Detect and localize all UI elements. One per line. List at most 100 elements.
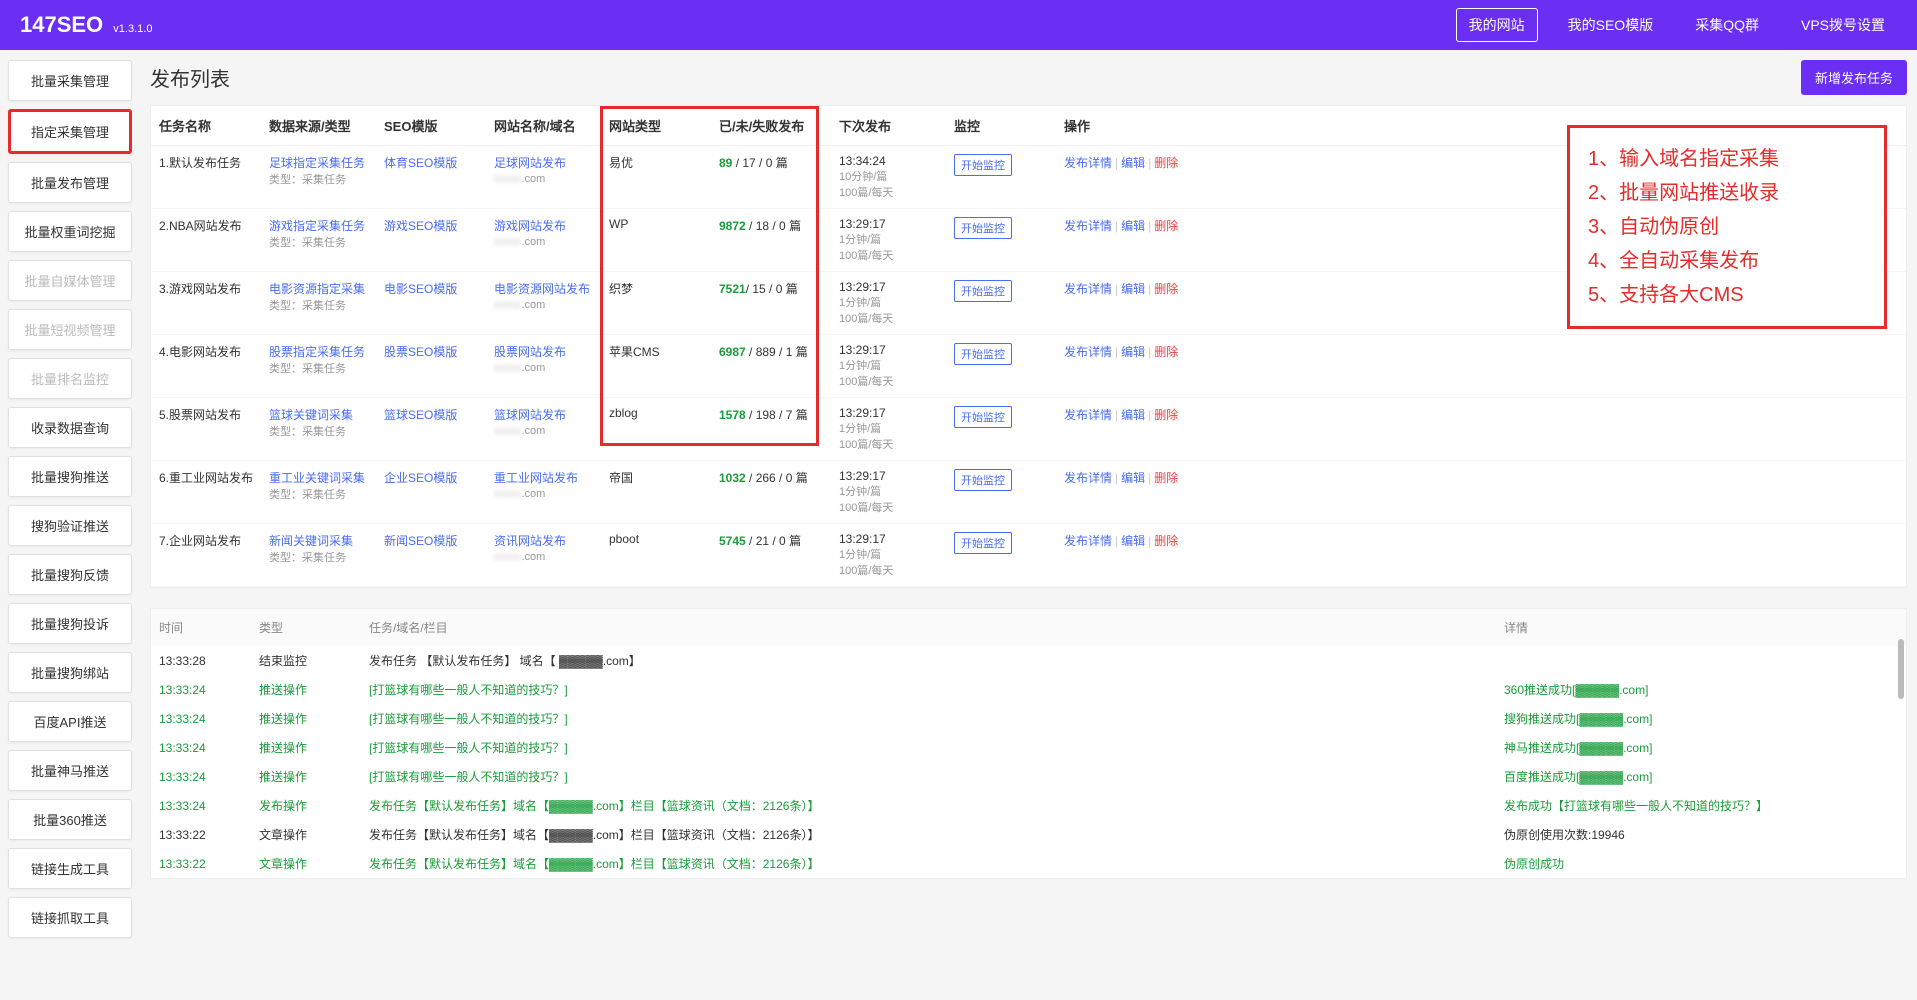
op-detail-link[interactable]: 发布详情 <box>1064 219 1112 233</box>
site-link[interactable]: 游戏网站发布 <box>494 219 566 233</box>
op-delete-link[interactable]: 删除 <box>1154 345 1178 359</box>
site-link[interactable]: 电影资源网站发布 <box>494 282 590 296</box>
sidebar-item-17[interactable]: 链接抓取工具 <box>8 897 132 938</box>
op-delete-link[interactable]: 删除 <box>1154 471 1178 485</box>
domain-text: xxxxx.com <box>494 299 545 311</box>
log-task: [打篮球有哪些一般人不知道的技巧？] <box>361 762 1496 791</box>
domain-text: xxxxx.com <box>494 425 545 437</box>
op-edit-link[interactable]: 编辑 <box>1121 282 1145 296</box>
site-link[interactable]: 重工业网站发布 <box>494 471 578 485</box>
site-link[interactable]: 资讯网站发布 <box>494 534 566 548</box>
op-delete-link[interactable]: 删除 <box>1154 534 1178 548</box>
log-table-header-row: 时间类型任务/域名/栏目详情 <box>151 609 1906 646</box>
site-link[interactable]: 篮球网站发布 <box>494 408 566 422</box>
log-col-1: 类型 <box>251 609 361 646</box>
log-time: 13:33:28 <box>151 646 251 675</box>
nav-link-2[interactable]: 采集QQ群 <box>1683 9 1771 41</box>
sidebar-item-11[interactable]: 批量搜狗投诉 <box>8 603 132 644</box>
sidebar-item-12[interactable]: 批量搜狗绑站 <box>8 652 132 693</box>
op-delete-link[interactable]: 删除 <box>1154 219 1178 233</box>
source-link[interactable]: 游戏指定采集任务 <box>269 219 365 233</box>
sidebar-item-2[interactable]: 批量发布管理 <box>8 162 132 203</box>
log-task: 发布任务【默认发布任务】域名【▓▓▓▓▓.com】栏目【篮球资讯（文档：2126… <box>361 820 1496 849</box>
log-task: 发布任务【默认发布任务】域名【▓▓▓▓▓.com】栏目【篮球资讯（文档：2126… <box>361 849 1496 878</box>
seo-link[interactable]: 游戏SEO模版 <box>384 219 457 233</box>
monitor-button[interactable]: 开始监控 <box>954 343 1012 365</box>
op-detail-link[interactable]: 发布详情 <box>1064 408 1112 422</box>
cell-name: 3.游戏网站发布 <box>151 272 261 335</box>
op-edit-link[interactable]: 编辑 <box>1121 345 1145 359</box>
annotation-line-1: 2、批量网站推送收录 <box>1588 176 1866 210</box>
monitor-button[interactable]: 开始监控 <box>954 217 1012 239</box>
sidebar-item-8[interactable]: 批量搜狗推送 <box>8 456 132 497</box>
sidebar-item-10[interactable]: 批量搜狗反馈 <box>8 554 132 595</box>
source-link[interactable]: 足球指定采集任务 <box>269 156 365 170</box>
log-detail <box>1496 646 1906 675</box>
op-detail-link[interactable]: 发布详情 <box>1064 282 1112 296</box>
op-edit-link[interactable]: 编辑 <box>1121 471 1145 485</box>
domain-text: xxxxx.com <box>494 551 545 563</box>
op-edit-link[interactable]: 编辑 <box>1121 156 1145 170</box>
op-edit-link[interactable]: 编辑 <box>1121 534 1145 548</box>
op-detail-link[interactable]: 发布详情 <box>1064 156 1112 170</box>
source-link[interactable]: 新闻关键词采集 <box>269 534 353 548</box>
site-link[interactable]: 足球网站发布 <box>494 156 566 170</box>
sidebar-item-1[interactable]: 指定采集管理 <box>8 109 132 154</box>
source-link[interactable]: 篮球关键词采集 <box>269 408 353 422</box>
monitor-button[interactable]: 开始监控 <box>954 532 1012 554</box>
site-link[interactable]: 股票网站发布 <box>494 345 566 359</box>
sidebar-item-13[interactable]: 百度API推送 <box>8 701 132 742</box>
annotation-line-0: 1、输入域名指定采集 <box>1588 142 1866 176</box>
source-link[interactable]: 电影资源指定采集 <box>269 282 365 296</box>
seo-link[interactable]: 电影SEO模版 <box>384 282 457 296</box>
op-delete-link[interactable]: 删除 <box>1154 408 1178 422</box>
cell-ops: 发布详情|编辑|删除 <box>1056 398 1906 461</box>
cell-monitor: 开始监控 <box>946 524 1056 587</box>
op-edit-link[interactable]: 编辑 <box>1121 219 1145 233</box>
seo-link[interactable]: 体育SEO模版 <box>384 156 457 170</box>
op-detail-link[interactable]: 发布详情 <box>1064 471 1112 485</box>
log-task: 发布任务 【默认发布任务】 域名【 ▓▓▓▓▓.com】 <box>361 646 1496 675</box>
monitor-button[interactable]: 开始监控 <box>954 406 1012 428</box>
cell-type: zblog <box>601 398 711 461</box>
op-detail-link[interactable]: 发布详情 <box>1064 345 1112 359</box>
op-delete-link[interactable]: 删除 <box>1154 282 1178 296</box>
nav-link-1[interactable]: 我的SEO模版 <box>1556 9 1666 41</box>
seo-link[interactable]: 篮球SEO模版 <box>384 408 457 422</box>
cell-source: 新闻关键词采集类型：采集任务 <box>261 524 376 587</box>
cell-seo: 企业SEO模版 <box>376 461 486 524</box>
sidebar-item-14[interactable]: 批量神马推送 <box>8 750 132 791</box>
sidebar-item-3[interactable]: 批量权重词挖掘 <box>8 211 132 252</box>
log-row: 13:33:24推送操作[打篮球有哪些一般人不知道的技巧？]搜狗推送成功[▓▓▓… <box>151 704 1906 733</box>
source-link[interactable]: 股票指定采集任务 <box>269 345 365 359</box>
log-col-2: 任务/域名/栏目 <box>361 609 1496 646</box>
seo-link[interactable]: 企业SEO模版 <box>384 471 457 485</box>
log-task: [打篮球有哪些一般人不知道的技巧？] <box>361 733 1496 762</box>
cell-monitor: 开始监控 <box>946 461 1056 524</box>
seo-link[interactable]: 新闻SEO模版 <box>384 534 457 548</box>
add-publish-task-button[interactable]: 新增发布任务 <box>1801 60 1907 95</box>
cell-ops: 发布详情|编辑|删除 <box>1056 335 1906 398</box>
log-scrollbar-thumb[interactable] <box>1898 639 1904 699</box>
op-detail-link[interactable]: 发布详情 <box>1064 534 1112 548</box>
top-header: 147SEO v1.3.1.0 我的网站我的SEO模版采集QQ群 VPS拨号设置 <box>0 0 1917 50</box>
cell-name: 5.股票网站发布 <box>151 398 261 461</box>
log-detail: 神马推送成功[▓▓▓▓▓.com] <box>1496 733 1906 762</box>
monitor-button[interactable]: 开始监控 <box>954 469 1012 491</box>
nav-link-0[interactable]: 我的网站 <box>1456 8 1538 42</box>
monitor-button[interactable]: 开始监控 <box>954 154 1012 176</box>
source-link[interactable]: 重工业关键词采集 <box>269 471 365 485</box>
sidebar-item-16[interactable]: 链接生成工具 <box>8 848 132 889</box>
sidebar-item-15[interactable]: 批量360推送 <box>8 799 132 840</box>
op-delete-link[interactable]: 删除 <box>1154 156 1178 170</box>
seo-link[interactable]: 股票SEO模版 <box>384 345 457 359</box>
sidebar-item-9[interactable]: 搜狗验证推送 <box>8 505 132 546</box>
op-edit-link[interactable]: 编辑 <box>1121 408 1145 422</box>
brand: 147SEO v1.3.1.0 <box>20 12 152 38</box>
sidebar-item-0[interactable]: 批量采集管理 <box>8 60 132 101</box>
monitor-button[interactable]: 开始监控 <box>954 280 1012 302</box>
pub-col-5: 已/未/失败发布 <box>711 106 831 146</box>
nav-link-3[interactable]: VPS拨号设置 <box>1789 9 1897 41</box>
sidebar-item-7[interactable]: 收录数据查询 <box>8 407 132 448</box>
source-type: 类型：采集任务 <box>269 489 346 501</box>
